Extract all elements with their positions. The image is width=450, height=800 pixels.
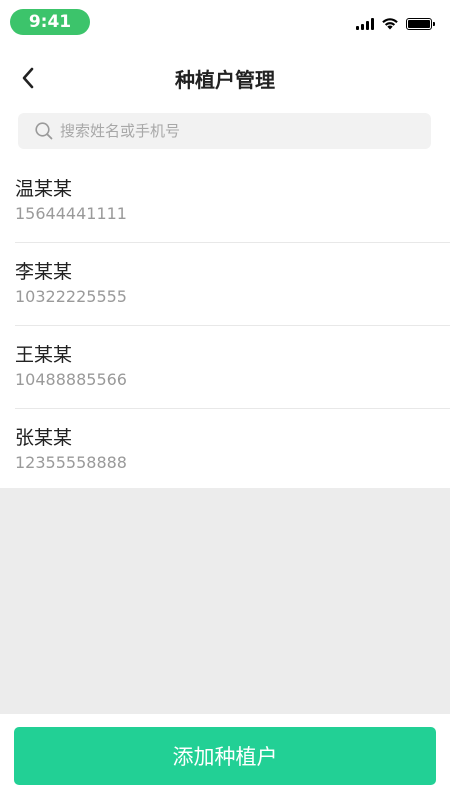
list-item[interactable]: 王某某 10488885566 [0,326,450,409]
search-icon [34,121,54,141]
list-item[interactable]: 张某某 12355558888 [0,409,450,492]
farmer-name: 张某某 [15,427,73,449]
status-icons [356,17,435,30]
farmer-name: 王某某 [15,344,73,366]
add-farmer-button[interactable]: 添加种植户 [14,727,436,785]
farmer-phone: 10322225555 [15,287,127,306]
list-item[interactable]: 李某某 10322225555 [0,243,450,326]
status-time: 9:41 [10,9,90,35]
nav-bar: 种植户管理 [0,52,450,104]
wifi-icon [382,18,398,30]
signal-icon [356,18,374,30]
farmer-list: 温某某 15644441111 李某某 10322225555 王某某 1048… [0,160,450,492]
battery-icon [406,18,435,30]
list-item[interactable]: 温某某 15644441111 [0,160,450,243]
page-title: 种植户管理 [175,68,275,92]
search-input[interactable] [60,122,400,140]
farmer-phone: 10488885566 [15,370,127,389]
farmer-phone: 15644441111 [15,204,127,223]
farmer-name: 温某某 [15,178,73,200]
farmer-name: 李某某 [15,261,73,283]
bottom-bar: 添加种植户 [0,714,450,800]
screen: 9:41 种植户管理 搜索姓名或手机号 温某某 15644441111 李某某 … [0,0,450,800]
search-bar[interactable] [18,113,431,149]
empty-area [0,488,450,714]
status-bar: 9:41 [0,0,450,44]
farmer-phone: 12355558888 [15,453,127,472]
